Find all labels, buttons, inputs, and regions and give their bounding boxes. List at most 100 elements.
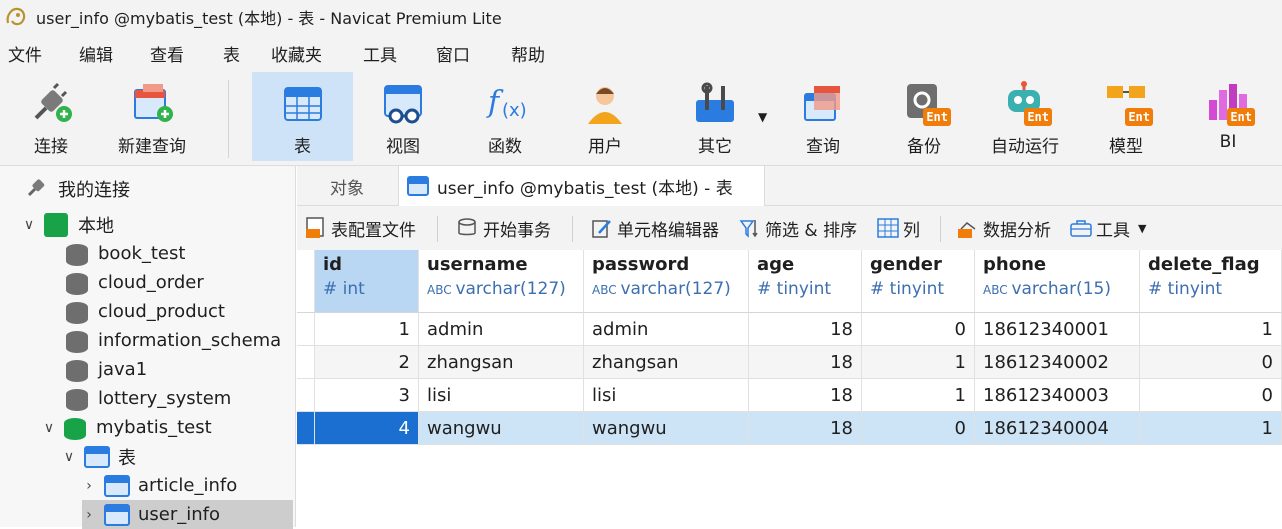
backup-label: 备份 bbox=[907, 137, 941, 157]
cell-id[interactable]: 2 bbox=[315, 346, 419, 379]
tools-button[interactable]: 工具 ▼ bbox=[1070, 206, 1146, 250]
chevron-right-icon[interactable]: › bbox=[82, 507, 96, 523]
automation-button[interactable]: Ent 自动运行 bbox=[980, 72, 1070, 161]
column-header-age[interactable]: age # tinyint bbox=[749, 250, 862, 313]
user-button[interactable]: 用户 bbox=[560, 72, 650, 161]
tree-db-cloud-product[interactable]: cloud_product bbox=[66, 297, 225, 326]
menu-bar: 文件 编辑 查看 表 收藏夹 工具 窗口 帮助 bbox=[0, 34, 1282, 72]
table-button[interactable]: 表 bbox=[252, 72, 353, 161]
cell-age[interactable]: 18 bbox=[749, 313, 862, 346]
cell-phone[interactable]: 18612340002 bbox=[975, 346, 1140, 379]
tree-table-article-info[interactable]: › article_info bbox=[82, 471, 237, 500]
backup-button[interactable]: Ent 备份 bbox=[880, 72, 968, 161]
cell-password[interactable]: lisi bbox=[584, 379, 749, 412]
menu-file[interactable]: 文件 bbox=[8, 41, 42, 66]
row-header[interactable] bbox=[297, 346, 315, 379]
chevron-down-icon[interactable]: ∨ bbox=[62, 449, 76, 465]
data-analysis-button[interactable]: 数据分析 bbox=[957, 206, 1051, 250]
column-header-username[interactable]: username ABC varchar(127) bbox=[419, 250, 584, 313]
menu-window[interactable]: 窗口 bbox=[436, 41, 470, 66]
cell-editor-button[interactable]: 单元格编辑器 bbox=[591, 206, 719, 250]
column-header-id[interactable]: id # int bbox=[315, 250, 419, 313]
cell-gender[interactable]: 0 bbox=[862, 412, 975, 445]
begin-transaction-button[interactable]: 开始事务 bbox=[457, 206, 551, 250]
cell-phone[interactable]: 18612340003 bbox=[975, 379, 1140, 412]
automation-label: 自动运行 bbox=[991, 137, 1059, 157]
cell-id[interactable]: 4 bbox=[315, 412, 419, 445]
tree-db-information-schema[interactable]: information_schema bbox=[66, 326, 281, 355]
column-header-password[interactable]: password ABC varchar(127) bbox=[584, 250, 749, 313]
columns-button[interactable]: 列 bbox=[877, 206, 920, 250]
cell-delete-flag[interactable]: 1 bbox=[1140, 313, 1282, 346]
column-name: gender bbox=[870, 254, 942, 275]
view-button[interactable]: 视图 bbox=[357, 72, 449, 161]
filter-sort-button[interactable]: 筛选 & 排序 bbox=[739, 206, 857, 250]
menu-favorites[interactable]: 收藏夹 bbox=[271, 41, 322, 66]
tree-my-connections[interactable]: 我的连接 bbox=[26, 174, 130, 203]
tree-db-cloud-order[interactable]: cloud_order bbox=[66, 268, 204, 297]
column-header-gender[interactable]: gender # tinyint bbox=[862, 250, 975, 313]
window-title: user_info @mybatis_test (本地) - 表 - Navic… bbox=[36, 9, 502, 28]
cell-id[interactable]: 1 bbox=[315, 313, 419, 346]
filter-icon bbox=[739, 217, 761, 239]
cell-username[interactable]: zhangsan bbox=[419, 346, 584, 379]
tree-tables-node[interactable]: ∨ 表 bbox=[62, 442, 136, 471]
tools-dropdown-icon[interactable]: ▼ bbox=[1138, 222, 1146, 235]
model-button[interactable]: Ent 模型 bbox=[1082, 72, 1170, 161]
query-button[interactable]: 查询 bbox=[778, 72, 868, 161]
cell-gender[interactable]: 0 bbox=[862, 313, 975, 346]
cell-delete-flag[interactable]: 0 bbox=[1140, 346, 1282, 379]
row-header[interactable] bbox=[297, 379, 315, 412]
tab-objects[interactable]: 对象 bbox=[297, 166, 397, 206]
row-header[interactable] bbox=[297, 313, 315, 346]
menu-edit[interactable]: 编辑 bbox=[79, 41, 113, 66]
column-header-phone[interactable]: phone ABC varchar(15) bbox=[975, 250, 1140, 313]
new-query-button[interactable]: 新建查询 bbox=[110, 72, 194, 161]
tree-db-lottery-system[interactable]: lottery_system bbox=[66, 384, 231, 413]
view-icon bbox=[380, 80, 426, 126]
row-header[interactable] bbox=[297, 412, 315, 445]
table-profile-button[interactable]: 表配置文件 bbox=[305, 206, 416, 250]
column-header-delete-flag[interactable]: delete_flag # tinyint bbox=[1140, 250, 1282, 313]
column-type: tinyint bbox=[776, 279, 832, 299]
others-button[interactable]: 其它 bbox=[670, 72, 760, 161]
chevron-right-icon[interactable]: › bbox=[82, 478, 96, 494]
connect-button[interactable]: 连接 bbox=[8, 72, 94, 161]
menu-view[interactable]: 查看 bbox=[150, 41, 184, 66]
cell-age[interactable]: 18 bbox=[749, 346, 862, 379]
tree-label: cloud_product bbox=[98, 301, 225, 322]
cell-username[interactable]: wangwu bbox=[419, 412, 584, 445]
cell-phone[interactable]: 18612340001 bbox=[975, 313, 1140, 346]
cell-username[interactable]: admin bbox=[419, 313, 584, 346]
tab-user-info[interactable]: user_info @mybatis_test (本地) - 表 bbox=[398, 166, 765, 206]
tree-db-java1[interactable]: java1 bbox=[66, 355, 147, 384]
cell-gender[interactable]: 1 bbox=[862, 346, 975, 379]
bi-button[interactable]: Ent BI bbox=[1184, 72, 1272, 161]
cell-password[interactable]: zhangsan bbox=[584, 346, 749, 379]
menu-table[interactable]: 表 bbox=[223, 41, 240, 66]
cell-gender[interactable]: 1 bbox=[862, 379, 975, 412]
chevron-down-icon[interactable]: ∨ bbox=[42, 420, 56, 436]
numeric-type-icon: # bbox=[1148, 279, 1168, 299]
cell-password[interactable]: wangwu bbox=[584, 412, 749, 445]
cell-phone[interactable]: 18612340004 bbox=[975, 412, 1140, 445]
others-dropdown-icon[interactable]: ▼ bbox=[758, 110, 767, 124]
tree-db-book-test[interactable]: book_test bbox=[66, 239, 185, 268]
cell-age[interactable]: 18 bbox=[749, 412, 862, 445]
cell-password[interactable]: admin bbox=[584, 313, 749, 346]
cell-id[interactable]: 3 bbox=[315, 379, 419, 412]
cell-editor-label: 单元格编辑器 bbox=[617, 220, 719, 241]
cell-delete-flag[interactable]: 1 bbox=[1140, 412, 1282, 445]
menu-help[interactable]: 帮助 bbox=[511, 41, 545, 66]
cell-age[interactable]: 18 bbox=[749, 379, 862, 412]
tree-connection-local[interactable]: ∨ 本地 bbox=[22, 210, 114, 239]
menu-tools[interactable]: 工具 bbox=[363, 41, 397, 66]
function-button[interactable]: f (x) 函数 bbox=[460, 72, 550, 161]
cell-username[interactable]: lisi bbox=[419, 379, 584, 412]
chevron-down-icon[interactable]: ∨ bbox=[22, 217, 36, 233]
cell-delete-flag[interactable]: 0 bbox=[1140, 379, 1282, 412]
connection-tree: 我的连接 ∨ 本地 book_test cloud_order cloud_pr… bbox=[0, 166, 296, 529]
tree-db-mybatis-test[interactable]: ∨ mybatis_test bbox=[42, 413, 212, 442]
bi-label: BI bbox=[1219, 132, 1237, 152]
tree-table-user-info[interactable]: › user_info bbox=[82, 500, 293, 529]
